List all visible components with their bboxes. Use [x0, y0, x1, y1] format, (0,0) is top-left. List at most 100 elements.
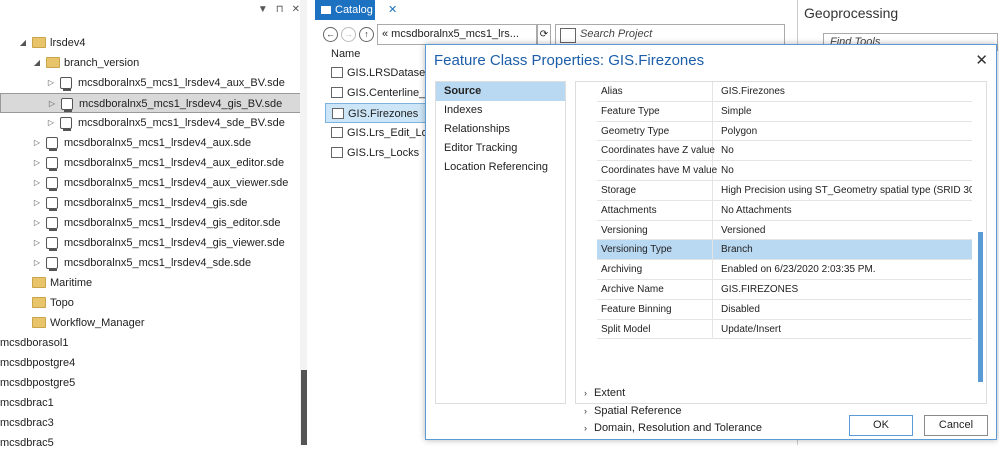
catalog-item[interactable]: GIS.Lrs_Edit_Log	[325, 123, 437, 143]
cancel-button[interactable]: Cancel	[924, 415, 988, 436]
property-row[interactable]: Geometry Type Polygon	[597, 121, 972, 142]
catalog-item[interactable]: GIS.Lrs_Locks	[325, 143, 437, 163]
tree-database-connection[interactable]: ▷ mcsdboralnx5_mcs1_lrsdev4_sde_BV.sde	[0, 113, 306, 133]
expand-icon[interactable]: ▷	[32, 213, 42, 233]
tree-item[interactable]: mcsdbpostgre4	[0, 353, 306, 373]
catalog-item[interactable]: GIS.Firezones	[325, 103, 437, 123]
dialog-nav-item[interactable]: Indexes	[436, 101, 565, 120]
expand-icon[interactable]: ▷	[32, 133, 42, 153]
property-row[interactable]: Attachments No Attachments	[597, 200, 972, 221]
close-icon[interactable]: ✕	[975, 51, 988, 69]
expand-icon[interactable]: ▷	[32, 253, 42, 273]
tab-catalog[interactable]: Catalog	[315, 0, 375, 20]
tree-folder[interactable]: Topo	[0, 293, 306, 313]
property-row[interactable]: Alias GIS.Firezones	[597, 82, 972, 102]
ok-button[interactable]: OK	[849, 415, 913, 436]
tree-item[interactable]: mcsdborasol1	[0, 333, 306, 353]
expand-icon[interactable]: ▷	[32, 173, 42, 193]
path-breadcrumb[interactable]: « mcsdboralnx5_mcs1_lrs...	[377, 24, 537, 45]
scrollbar-thumb[interactable]	[301, 370, 307, 445]
property-row[interactable]: Versioning Type Branch	[597, 240, 972, 261]
property-name: Storage	[601, 180, 713, 200]
property-name: Versioning Type	[601, 240, 713, 260]
tree-item[interactable]: mcsdbrac5	[0, 433, 306, 453]
property-row[interactable]: Archiving Enabled on 6/23/2020 2:03:35 PM…	[597, 260, 972, 280]
folder-icon	[46, 57, 60, 68]
property-name: Attachments	[601, 200, 713, 220]
tree-item[interactable]: mcsdbrac1	[0, 393, 306, 413]
search-project-input[interactable]: Search Project	[555, 24, 785, 45]
expand-icon[interactable]: ▷	[32, 193, 42, 213]
catalog-item[interactable]: GIS.Centerline_Sequence	[325, 83, 437, 103]
tree-database-connection[interactable]: ▷ mcsdboralnx5_mcs1_lrsdev4_aux_BV.sde	[0, 73, 306, 93]
tree-item[interactable]: mcsdbrac3	[0, 413, 306, 433]
tab-label: Catalog	[335, 4, 373, 16]
tree-database-connection[interactable]: ▷ mcsdboralnx5_mcs1_lrsdev4_aux_viewer.sd…	[0, 173, 306, 193]
dialog-nav-item[interactable]: Location Referencing	[436, 158, 565, 177]
property-row[interactable]: Feature Type Simple	[597, 101, 972, 122]
content-scrollbar[interactable]	[977, 82, 984, 382]
property-row[interactable]: Archive Name GIS.FIREZONES	[597, 279, 972, 300]
pin-icon[interactable]: ⊓	[276, 4, 284, 15]
tree-database-connection[interactable]: ▷ mcsdboralnx5_mcs1_lrsdev4_aux.sde	[0, 133, 306, 153]
property-row[interactable]: Versioning Versioned	[597, 220, 972, 241]
close-icon[interactable]: ✕	[292, 4, 300, 15]
up-icon[interactable]: ↑	[359, 27, 374, 42]
catalog-tree-pane: ▼ ⊓ ✕ ◢ lrsdev4 ◢ branch_version ▷ mcsdboraln…	[0, 0, 307, 449]
expandable-section[interactable]: › Spatial Reference	[584, 405, 681, 417]
database-icon	[61, 98, 73, 112]
catalog-toolbar: ← → ↑ « mcsdboralnx5_mcs1_lrs... ⟳ Searc…	[315, 24, 790, 46]
collapse-icon[interactable]: ◢	[18, 33, 28, 53]
expand-icon[interactable]: ▷	[46, 113, 56, 133]
property-name: Geometry Type	[601, 121, 713, 141]
dropdown-icon[interactable]: ▼	[258, 4, 268, 15]
catalog-item-label: GIS.Lrs_Edit_Log	[347, 127, 434, 139]
property-row[interactable]: Coordinates have M value No	[597, 161, 972, 181]
property-row[interactable]: Storage High Precision using ST_Geometry …	[597, 180, 972, 201]
forward-icon[interactable]: →	[341, 27, 356, 42]
expand-icon[interactable]: ▷	[32, 153, 42, 173]
scrollbar-thumb[interactable]	[978, 232, 983, 382]
catalog-item-label: GIS.Firezones	[348, 108, 419, 120]
database-icon	[46, 177, 58, 191]
expandable-section[interactable]: › Extent	[584, 387, 625, 399]
expand-icon[interactable]: ▷	[32, 233, 42, 253]
tree-folder[interactable]: Workflow_Manager	[0, 313, 306, 333]
property-row[interactable]: Coordinates have Z value No	[597, 141, 972, 162]
expand-icon[interactable]: ▷	[47, 94, 57, 114]
column-header-name[interactable]: Name	[331, 48, 360, 60]
tree-item-label: mcsdboralnx5_mcs1_lrsdev4_gis_viewer.sde	[64, 237, 285, 249]
folder-icon	[32, 37, 46, 48]
tree-item[interactable]: mcsdbpostgre5	[0, 373, 306, 393]
catalog-item-label: GIS.Centerline_Sequence	[347, 87, 437, 99]
tree-folder[interactable]: ◢ lrsdev4	[0, 33, 306, 53]
expand-icon[interactable]: ▷	[46, 73, 56, 93]
collapse-icon[interactable]: ◢	[32, 53, 42, 73]
property-value: GIS.FIREZONES	[721, 283, 799, 295]
close-icon[interactable]: ✕	[388, 3, 397, 16]
tree-item-label: mcsdboralnx5_mcs1_lrsdev4_aux_editor.sde	[64, 157, 285, 169]
tree-folder[interactable]: ◢ branch_version	[0, 53, 306, 73]
dialog-nav-item[interactable]: Editor Tracking	[436, 139, 565, 158]
catalog-item[interactable]: GIS.LRSDataset	[325, 63, 437, 83]
tree-scrollbar[interactable]	[300, 0, 307, 445]
tree-database-connection[interactable]: ▷ mcsdboralnx5_mcs1_lrsdev4_sde.sde	[0, 253, 306, 273]
tree-database-connection[interactable]: ▷ mcsdboralnx5_mcs1_lrsdev4_gis_viewer.sd…	[0, 233, 306, 253]
dialog-nav-item[interactable]: Source	[436, 82, 565, 101]
property-value: Simple	[721, 105, 752, 117]
tree-folder[interactable]: Maritime	[0, 273, 306, 293]
dialog-nav-item[interactable]: Relationships	[436, 120, 565, 139]
tree-item-label: mcsdboralnx5_mcs1_lrsdev4_gis_BV.sde	[79, 98, 283, 110]
property-value: High Precision using ST_Geometry spatial…	[721, 184, 972, 196]
tree-database-connection[interactable]: ▷ mcsdboralnx5_mcs1_lrsdev4_aux_editor.sd…	[0, 153, 306, 173]
tree-database-connection[interactable]: ▷ mcsdboralnx5_mcs1_lrsdev4_gis.sde	[0, 193, 306, 213]
property-row[interactable]: Feature Binning Disabled	[597, 299, 972, 320]
refresh-icon[interactable]: ⟳	[537, 24, 551, 45]
section-label: Extent	[594, 387, 626, 399]
tree-database-connection[interactable]: ▷ mcsdboralnx5_mcs1_lrsdev4_gis_BV.sde	[0, 93, 306, 113]
property-name: Coordinates have Z value	[601, 141, 715, 161]
expandable-section[interactable]: › Domain, Resolution and Tolerance	[584, 422, 762, 434]
back-icon[interactable]: ←	[323, 27, 338, 42]
property-row[interactable]: Split Model Update/Insert	[597, 319, 972, 340]
tree-database-connection[interactable]: ▷ mcsdboralnx5_mcs1_lrsdev4_gis_editor.sd…	[0, 213, 306, 233]
